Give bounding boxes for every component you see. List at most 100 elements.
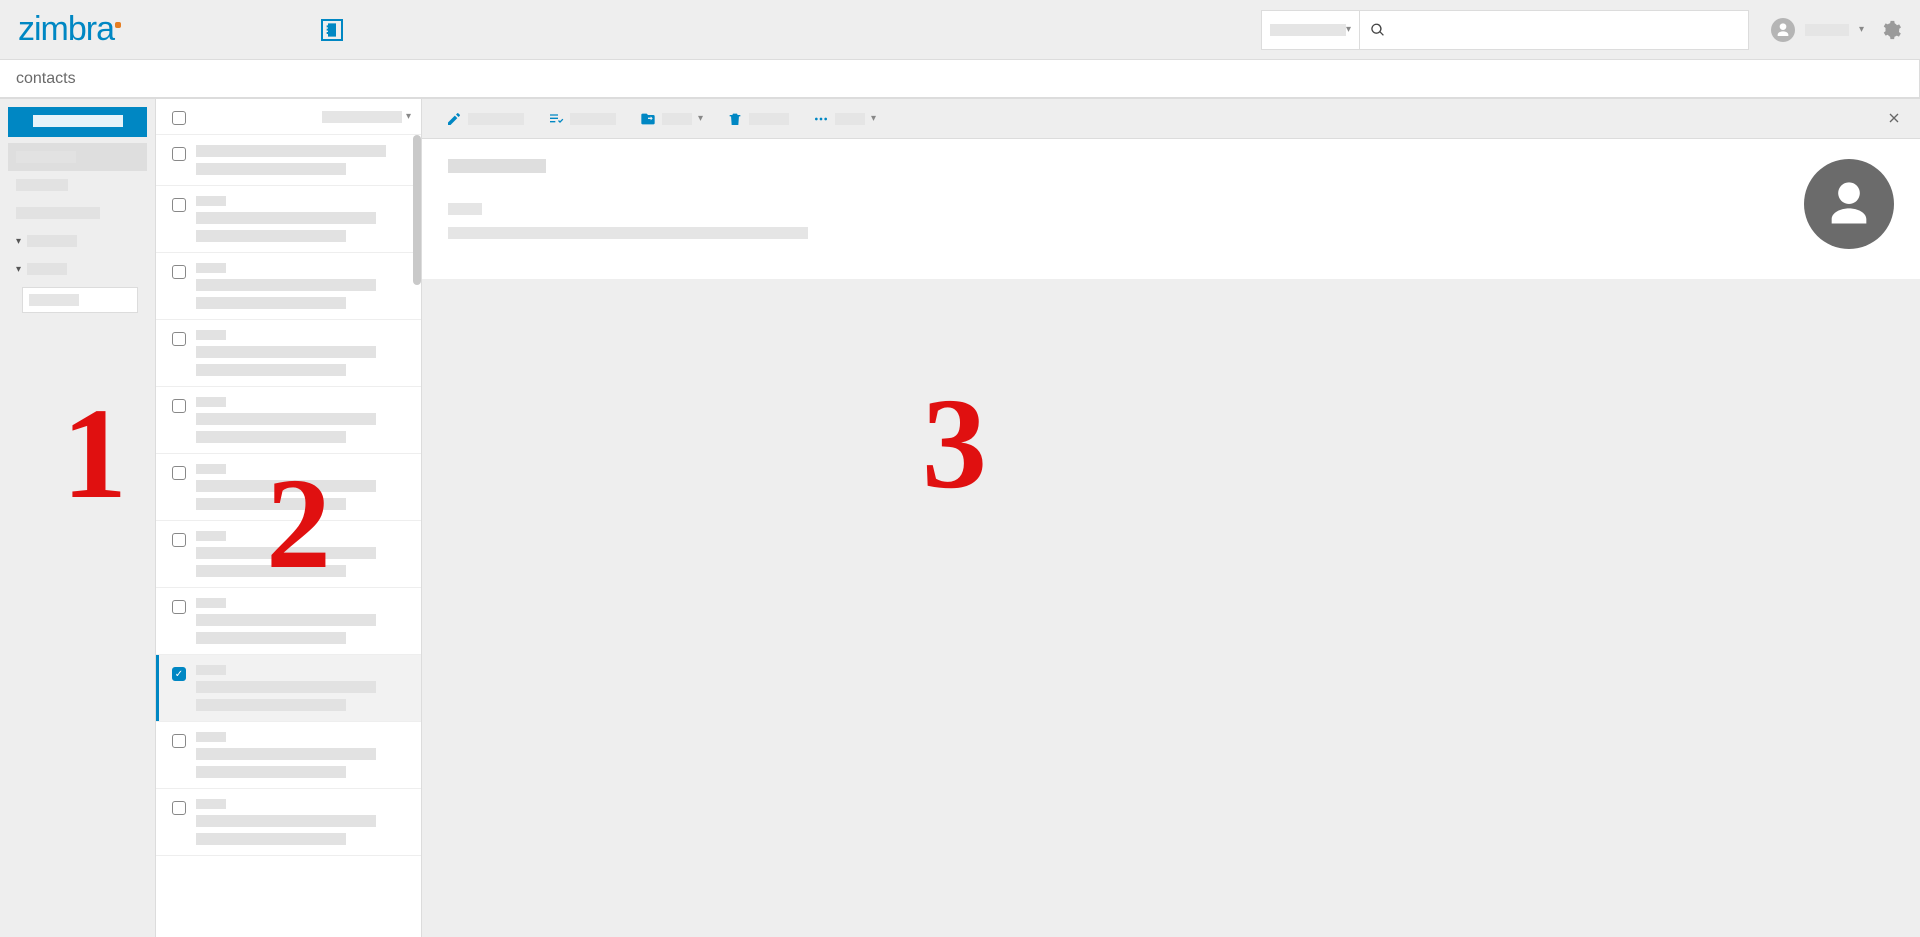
- contact-list-item-name: [196, 480, 376, 492]
- search-icon: [1370, 22, 1385, 38]
- contact-list-item[interactable]: [156, 789, 421, 856]
- top-nav: [321, 19, 343, 41]
- checkbox[interactable]: [172, 399, 186, 413]
- contact-avatar: [1804, 159, 1894, 249]
- chevron-down-icon: ▾: [698, 113, 703, 124]
- contact-list-item-text: [196, 732, 407, 778]
- checkbox[interactable]: [172, 600, 186, 614]
- checkbox[interactable]: [172, 533, 186, 547]
- sidebar-item[interactable]: [8, 143, 147, 171]
- checkbox[interactable]: [172, 265, 186, 279]
- sidebar-item-label: [27, 263, 67, 275]
- contact-list-item[interactable]: [156, 320, 421, 387]
- contact-list-item[interactable]: [156, 722, 421, 789]
- edit-button[interactable]: [436, 105, 534, 133]
- chevron-down-icon: ▾: [16, 264, 21, 275]
- logo-text: zimbra: [18, 10, 114, 48]
- more-button[interactable]: ▾: [803, 105, 886, 133]
- settings-button[interactable]: [1880, 18, 1902, 41]
- contact-list-item-name: [196, 748, 376, 760]
- contact-list-item-text: [196, 196, 407, 242]
- search-group: ▾: [1261, 10, 1749, 50]
- checkbox[interactable]: [172, 147, 186, 161]
- detail-toolbar: ▾ ▾: [422, 99, 1920, 139]
- contact-list-item[interactable]: ✓: [156, 655, 421, 722]
- contact-list-item-name: [196, 413, 376, 425]
- list-header: ▾: [156, 99, 421, 135]
- contact-list-item-email: [196, 297, 346, 309]
- tab-contacts[interactable]: [321, 19, 343, 41]
- search-scope-dropdown[interactable]: ▾: [1261, 10, 1359, 50]
- search-input-wrap: [1359, 10, 1749, 50]
- breadcrumb: contacts: [0, 60, 1920, 98]
- search-input[interactable]: [1385, 21, 1738, 39]
- contact-list-item-name: [196, 547, 376, 559]
- checkbox[interactable]: [172, 198, 186, 212]
- checkbox[interactable]: [172, 466, 186, 480]
- sidebar-item[interactable]: [8, 171, 147, 199]
- contact-list-item[interactable]: [156, 135, 421, 186]
- annotation-1: 1: [62, 389, 127, 519]
- contact-list-item[interactable]: [156, 521, 421, 588]
- annotation-3: 3: [922, 379, 987, 509]
- contact-list-item-initials: [196, 799, 226, 809]
- contact-list-item[interactable]: [156, 387, 421, 454]
- sidebar: ▾ ▾ 1: [0, 99, 156, 937]
- sidebar-item-label: [27, 235, 77, 247]
- checkbox[interactable]: ✓: [172, 667, 186, 681]
- chevron-down-icon: ▾: [1346, 24, 1351, 35]
- scrollbar[interactable]: [413, 135, 421, 285]
- assign-button[interactable]: [538, 105, 626, 133]
- user-menu[interactable]: ▾: [1771, 18, 1864, 42]
- sidebar-item-label: [16, 151, 76, 163]
- contact-detail-card: [422, 139, 1920, 279]
- close-icon: [1886, 110, 1902, 126]
- user-avatar-icon: [1771, 18, 1795, 42]
- sort-dropdown[interactable]: ▾: [322, 111, 411, 123]
- sidebar-add-input[interactable]: [22, 287, 138, 313]
- edit-label: [468, 113, 524, 125]
- logo-dot: [115, 22, 121, 28]
- contact-list-item-initials: [196, 464, 226, 474]
- contact-list-item-initials: [196, 397, 226, 407]
- checkbox[interactable]: [172, 734, 186, 748]
- assign-label: [570, 113, 616, 125]
- contact-field-label: [448, 203, 482, 215]
- contact-detail-pane: ▾ ▾: [422, 99, 1920, 937]
- sidebar-item[interactable]: ▾: [8, 227, 147, 255]
- contact-list-item-text: [196, 464, 407, 510]
- contact-list-item[interactable]: [156, 588, 421, 655]
- chevron-down-icon: ▾: [871, 113, 876, 124]
- contact-list-item-name: [196, 279, 376, 291]
- contact-list-item-email: [196, 833, 346, 845]
- contact-list-pane: ▾ ✓ 2: [156, 99, 422, 937]
- person-icon: [1775, 22, 1791, 38]
- select-all-checkbox[interactable]: [172, 111, 186, 125]
- contact-list-item[interactable]: [156, 186, 421, 253]
- checkbox[interactable]: [172, 801, 186, 815]
- contact-list-item[interactable]: [156, 454, 421, 521]
- contact-list-item-text: [196, 263, 407, 309]
- move-button[interactable]: ▾: [630, 105, 713, 133]
- contact-list-item-name: [196, 212, 376, 224]
- contact-list-item-initials: [196, 732, 226, 742]
- contact-list-item-name: [196, 346, 376, 358]
- checkbox[interactable]: [172, 332, 186, 346]
- new-contact-button[interactable]: [8, 107, 147, 137]
- contact-list-item-initials: [196, 531, 226, 541]
- contact-field-value: [448, 227, 808, 239]
- gear-icon: [1880, 19, 1902, 41]
- sidebar-item[interactable]: [8, 199, 147, 227]
- pencil-icon: [446, 111, 462, 127]
- contact-detail-text: [448, 159, 1784, 249]
- sidebar-add-input-value: [29, 294, 79, 306]
- delete-button[interactable]: [717, 105, 799, 133]
- contact-list-item-email: [196, 230, 346, 242]
- chevron-down-icon: ▾: [1859, 24, 1864, 35]
- contact-list-item[interactable]: [156, 253, 421, 320]
- chevron-down-icon: ▾: [406, 111, 411, 122]
- list-check-icon: [548, 111, 564, 127]
- sidebar-item[interactable]: ▾: [8, 255, 147, 283]
- breadcrumb-text: contacts: [16, 70, 76, 88]
- close-detail-button[interactable]: [1882, 106, 1906, 132]
